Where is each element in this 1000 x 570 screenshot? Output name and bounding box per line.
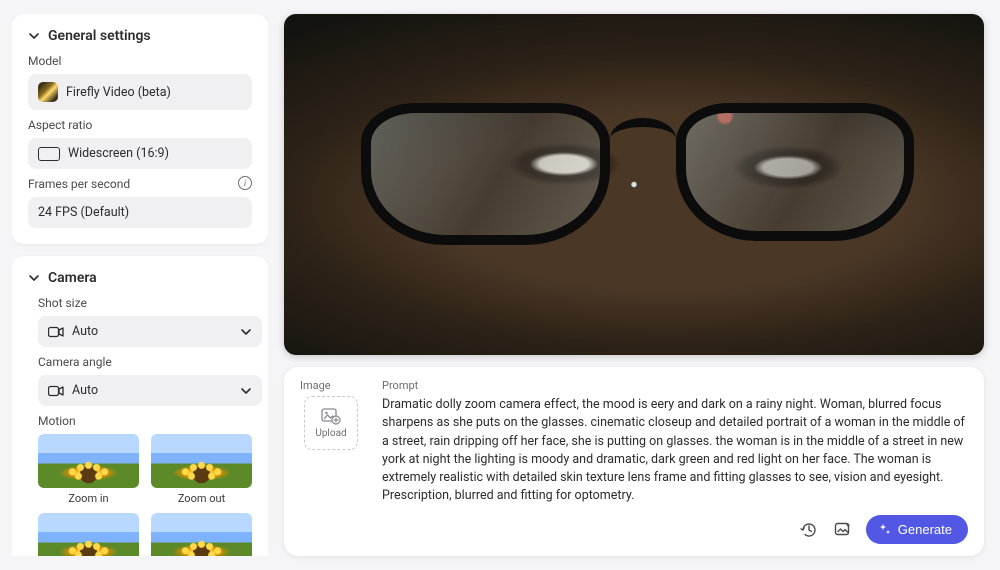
aspect-ratio-selector[interactable]: Widescreen (16:9) [28,138,252,169]
chevron-down-icon [28,272,40,284]
general-settings-title: General settings [48,28,151,44]
aspect-ratio-value: Widescreen (16:9) [68,146,169,161]
chevron-down-icon [28,30,40,42]
model-selector[interactable]: Firefly Video (beta) [28,74,252,110]
motion-thumbnail-label: Zoom out [178,492,225,505]
camera-icon [48,326,64,338]
camera-card: Camera Shot size Auto Camera angle [12,256,268,556]
motion-option[interactable] [38,513,139,556]
model-thumbnail [38,82,58,102]
motion-thumbnail [38,513,139,556]
model-label: Model [28,54,252,68]
fps-selector[interactable]: 24 FPS (Default) [28,197,252,228]
prompt-panel: Image Upload Prompt Dramatic dolly zoom … [284,367,984,556]
generate-button[interactable]: Generate [866,515,968,544]
aspect-ratio-label: Aspect ratio [28,118,252,132]
prompt-area: Prompt Dramatic dolly zoom camera effect… [382,379,968,544]
image-upload-section: Image Upload [296,379,366,544]
motion-option-zoom-in[interactable]: Zoom in [38,434,139,505]
image-label: Image [300,379,331,392]
camera-angle-selector[interactable]: Auto [38,375,262,406]
preview-overlay [361,103,914,253]
motion-thumbnail [38,434,139,488]
image-settings-button[interactable] [832,519,854,541]
video-preview[interactable] [284,14,984,355]
shot-size-label: Shot size [38,296,252,310]
camera-icon [48,385,64,397]
motion-option-zoom-out[interactable]: Zoom out [151,434,252,505]
info-icon[interactable]: i [238,176,252,190]
upload-label: Upload [315,428,346,439]
chevron-down-icon [240,385,252,397]
motion-thumbnail [151,434,252,488]
shot-size-value: Auto [72,324,98,339]
prompt-input[interactable]: Dramatic dolly zoom camera effect, the m… [382,396,968,505]
history-icon [800,521,818,539]
camera-angle-label: Camera angle [38,355,252,369]
settings-sidebar: General settings Model Firefly Video (be… [12,14,268,556]
general-settings-toggle[interactable]: General settings [28,28,252,44]
camera-title: Camera [48,270,97,286]
motion-thumbnail-label: Zoom in [68,492,108,505]
motion-thumbnail [151,513,252,556]
camera-toggle[interactable]: Camera [28,270,252,286]
upload-icon [321,407,341,425]
motion-grid: Zoom in Zoom out [38,434,252,556]
aspect-ratio-icon [38,147,60,161]
image-sparkle-icon [834,521,852,539]
generate-label: Generate [898,522,952,537]
history-button[interactable] [798,519,820,541]
image-upload-dropzone[interactable]: Upload [304,396,358,450]
motion-option[interactable] [151,513,252,556]
model-value: Firefly Video (beta) [66,85,171,100]
chevron-down-icon [240,326,252,338]
camera-angle-value: Auto [72,383,98,398]
prompt-actions: Generate [382,515,968,544]
fps-label: Frames per second [28,177,130,191]
general-settings-card: General settings Model Firefly Video (be… [12,14,268,244]
shot-size-selector[interactable]: Auto [38,316,262,347]
main-area: Image Upload Prompt Dramatic dolly zoom … [284,14,984,556]
prompt-label: Prompt [382,379,968,392]
sparkle-icon [878,523,892,537]
fps-value: 24 FPS (Default) [38,205,129,220]
motion-label: Motion [38,414,252,428]
